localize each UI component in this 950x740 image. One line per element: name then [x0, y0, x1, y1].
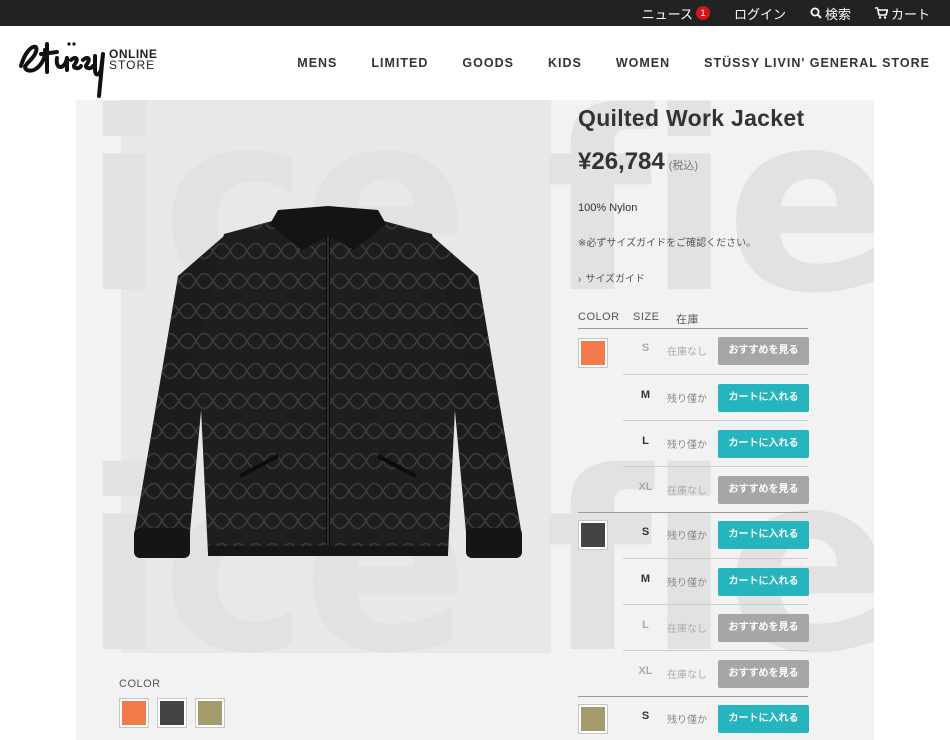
- recommend-button[interactable]: おすすめを見る: [718, 614, 809, 642]
- swatch-orange[interactable]: [119, 698, 149, 728]
- size-guide-link[interactable]: › サイズガイド: [578, 270, 645, 285]
- stock-row: L 在庫なし おすすめを見る: [623, 604, 809, 650]
- stock-row: S 残り僅か カートに入れる: [623, 696, 809, 740]
- chevron-right-icon: ›: [578, 274, 582, 285]
- swatch-olive[interactable]: [195, 698, 225, 728]
- row-size: S: [641, 342, 650, 354]
- nav-general-store[interactable]: STÜSSY LIVIN' GENERAL STORE: [704, 56, 930, 70]
- row-stock: 在庫なし: [667, 347, 707, 358]
- row-size: L: [642, 619, 649, 631]
- cart-label: カート: [890, 6, 930, 22]
- stock-row: M 残り僅か カートに入れる: [623, 558, 809, 604]
- stock-row: M 残り僅か カートに入れる: [623, 374, 809, 420]
- row-stock: 在庫なし: [667, 624, 707, 635]
- stussy-logo[interactable]: [17, 36, 107, 98]
- stock-row: S 残り僅か カートに入れる: [623, 512, 809, 558]
- nav-kids[interactable]: KIDS: [548, 56, 582, 70]
- search-label: 検索: [824, 6, 851, 22]
- row-stock: 残り僅か: [667, 578, 707, 589]
- add-to-cart-button[interactable]: カートに入れる: [718, 384, 809, 412]
- product-content: ice field ice field: [76, 100, 874, 740]
- row-swatch-olive[interactable]: [578, 704, 608, 734]
- row-size: S: [641, 710, 650, 722]
- row-size: L: [642, 435, 649, 447]
- gallery-color-label: COLOR: [119, 678, 161, 690]
- add-to-cart-button[interactable]: カートに入れる: [718, 430, 809, 458]
- swatch-black[interactable]: [157, 698, 187, 728]
- stock-row: XL 在庫なし おすすめを見る: [623, 466, 809, 512]
- login-link[interactable]: ログイン: [734, 4, 786, 23]
- size-guide-label: サイズガイド: [585, 274, 646, 285]
- price-value: ¥26,784: [578, 148, 665, 175]
- recommend-button[interactable]: おすすめを見る: [718, 337, 809, 365]
- product-title: Quilted Work Jacket: [578, 105, 805, 131]
- product-image-jacket[interactable]: [128, 206, 528, 666]
- product-price: ¥26,784 (税込): [578, 148, 698, 176]
- online-store-label: ONLINE STORE: [109, 48, 157, 72]
- row-stock: 在庫なし: [667, 486, 707, 497]
- row-stock: 在庫なし: [667, 670, 707, 681]
- row-size: XL: [638, 665, 653, 677]
- login-label: ログイン: [733, 6, 786, 22]
- news-count-badge: 1: [695, 6, 710, 20]
- product-info: Quilted Work Jacket ¥26,784 (税込) 100% Nyl…: [578, 100, 874, 740]
- store-text: STORE: [109, 58, 156, 72]
- size-notice: ※必ずサイズガイドをご確認ください。: [578, 238, 757, 249]
- stock-row: XL 在庫なし おすすめを見る: [623, 650, 809, 696]
- add-to-cart-button[interactable]: カートに入れる: [718, 705, 809, 733]
- header-stock: 在庫: [676, 314, 699, 326]
- top-utility-bar: ニュース 1 ログイン 検索 カート: [0, 0, 950, 26]
- row-size: S: [641, 526, 650, 538]
- search-link[interactable]: 検索: [810, 4, 851, 23]
- row-swatch-black[interactable]: [578, 520, 608, 550]
- header-color: COLOR: [578, 311, 620, 323]
- nav-mens[interactable]: MENS: [297, 56, 337, 70]
- row-stock: 残り僅か: [667, 440, 707, 451]
- add-to-cart-button[interactable]: カートに入れる: [718, 568, 809, 596]
- recommend-button[interactable]: おすすめを見る: [718, 476, 809, 504]
- recommend-button[interactable]: おすすめを見る: [718, 660, 809, 688]
- cart-link[interactable]: カート: [874, 4, 930, 23]
- search-icon: [810, 7, 822, 19]
- add-to-cart-button[interactable]: カートに入れる: [718, 521, 809, 549]
- stock-row: S 在庫なし おすすめを見る: [623, 328, 809, 374]
- product-material: 100% Nylon: [578, 202, 638, 214]
- row-stock: 残り僅か: [667, 394, 707, 405]
- stock-table-header: COLOR SIZE 在庫: [578, 311, 808, 329]
- row-size: XL: [638, 481, 653, 493]
- nav-goods[interactable]: GOODS: [462, 56, 514, 70]
- row-stock: 残り僅か: [667, 531, 707, 542]
- row-stock: 残り僅か: [667, 715, 707, 726]
- site-header: ONLINE STORE MENS LIMITED GOODS KIDS WOM…: [0, 26, 950, 100]
- cart-icon: [874, 7, 888, 19]
- header-size: SIZE: [633, 311, 660, 323]
- stock-row: L 残り僅か カートに入れる: [623, 420, 809, 466]
- nav-women[interactable]: WOMEN: [616, 56, 670, 70]
- row-swatch-orange[interactable]: [578, 338, 608, 368]
- row-size: M: [640, 389, 651, 401]
- nav-limited[interactable]: LIMITED: [371, 56, 428, 70]
- news-label: ニュース: [641, 6, 693, 22]
- news-link[interactable]: ニュース 1: [642, 4, 710, 23]
- main-nav: MENS LIMITED GOODS KIDS WOMEN STÜSSY LIV…: [263, 56, 930, 70]
- row-size: M: [640, 573, 651, 585]
- tax-note: (税込): [668, 160, 699, 172]
